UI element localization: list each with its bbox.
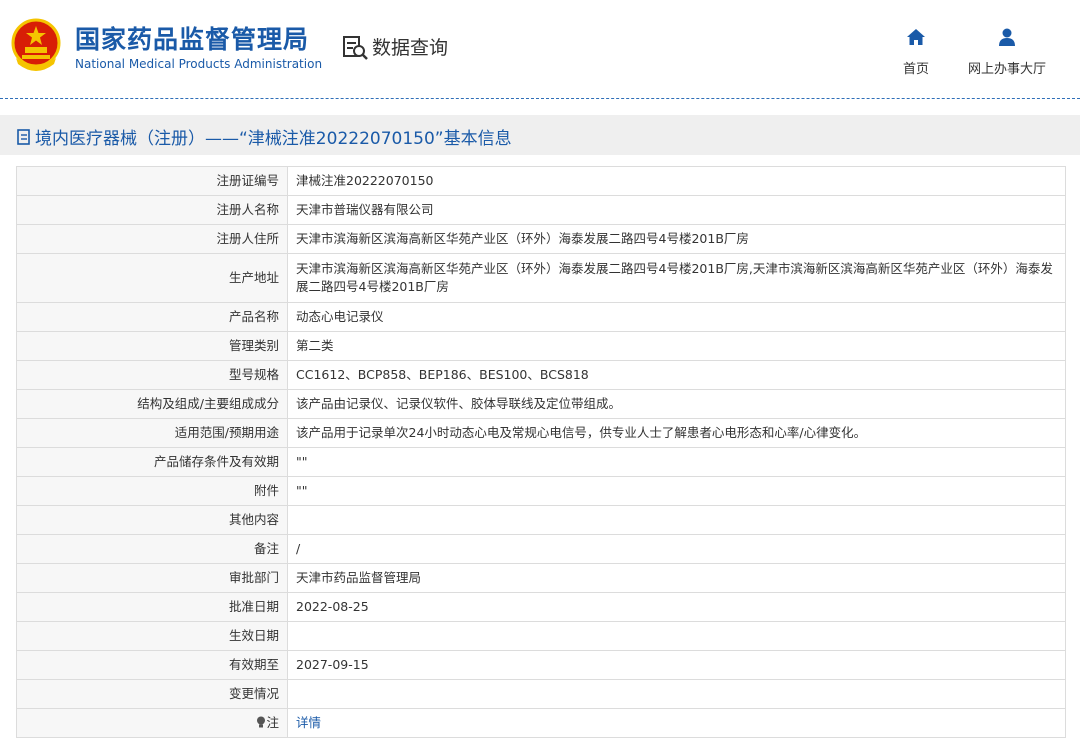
- field-value: 该产品用于记录单次24小时动态心电及常规心电信号，供专业人士了解患者心电形态和心…: [287, 418, 1066, 448]
- national-emblem-icon: [11, 18, 61, 71]
- field-label: 管理类别: [16, 331, 288, 361]
- user-icon: [999, 28, 1015, 46]
- nav-home[interactable]: 首页: [895, 28, 937, 77]
- table-row: 审批部门 天津市药品监督管理局: [16, 563, 1066, 593]
- lightbulb-icon: [257, 716, 266, 728]
- field-label: 注册证编号: [16, 166, 288, 196]
- nav-online-service-hall[interactable]: 网上办事大厅: [962, 28, 1052, 77]
- document-icon: [17, 128, 30, 145]
- details-link[interactable]: 详情: [296, 715, 321, 730]
- field-value: 天津市滨海新区滨海高新区华苑产业区（环外）海泰发展二路四号4号楼201B厂房: [287, 224, 1066, 254]
- table-row: 注册证编号 津械注准20222070150: [16, 166, 1066, 196]
- table-row: 注册人名称 天津市普瑞仪器有限公司: [16, 195, 1066, 225]
- data-query-label: 数据查询: [372, 37, 449, 59]
- table-row: 管理类别 第二类: [16, 331, 1066, 361]
- table-row: 有效期至 2027-09-15: [16, 650, 1066, 680]
- table-row: 批准日期 2022-08-25: [16, 592, 1066, 622]
- table-row: 产品名称 动态心电记录仪: [16, 302, 1066, 332]
- page-title-text: 境内医疗器械（注册）——“津械注准20222070150”基本信息: [35, 129, 512, 149]
- agency-name-en: National Medical Products Administration: [75, 57, 323, 71]
- table-row: 其他内容: [16, 505, 1066, 535]
- field-label: 注册人住所: [16, 224, 288, 254]
- agency-name-cn: 国家药品监督管理局: [75, 25, 310, 54]
- field-label: 有效期至: [16, 650, 288, 680]
- field-value: 详情: [287, 708, 1066, 738]
- table-row: 注 详情: [16, 708, 1066, 738]
- site-header: 国家药品监督管理局 National Medical Products Admi…: [0, 0, 1080, 98]
- table-row: 注册人住所 天津市滨海新区滨海高新区华苑产业区（环外）海泰发展二路四号4号楼201…: [16, 224, 1066, 254]
- field-label: 生产地址: [16, 253, 288, 303]
- table-row: 附件 "": [16, 476, 1066, 506]
- field-label: 生效日期: [16, 621, 288, 651]
- table-row: 结构及组成/主要组成成分 该产品由记录仪、记录仪软件、胶体导联线及定位带组成。: [16, 389, 1066, 419]
- field-value: [287, 621, 1066, 651]
- header-divider: [0, 98, 1080, 99]
- field-label: 注: [16, 708, 288, 738]
- registration-info-table: 注册证编号 津械注准20222070150 注册人名称 天津市普瑞仪器有限公司 注册…: [16, 166, 1066, 738]
- field-value: 第二类: [287, 331, 1066, 361]
- field-value: "": [287, 447, 1066, 477]
- table-row: 生效日期: [16, 621, 1066, 651]
- note-label: 注: [266, 715, 279, 730]
- field-value: 2022-08-25: [287, 592, 1066, 622]
- field-label: 变更情况: [16, 679, 288, 709]
- field-value: [287, 679, 1066, 709]
- field-value: 津械注准20222070150: [287, 166, 1066, 196]
- field-label: 适用范围/预期用途: [16, 418, 288, 448]
- field-label: 备注: [16, 534, 288, 564]
- field-value: 动态心电记录仪: [287, 302, 1066, 332]
- field-label: 产品名称: [16, 302, 288, 332]
- field-value: 天津市普瑞仪器有限公司: [287, 195, 1066, 225]
- field-label: 结构及组成/主要组成成分: [16, 389, 288, 419]
- table-row: 生产地址 天津市滨海新区滨海高新区华苑产业区（环外）海泰发展二路四号4号楼201B…: [16, 253, 1066, 303]
- table-row: 备注 /: [16, 534, 1066, 564]
- table-row: 变更情况: [16, 679, 1066, 709]
- nav-home-label: 首页: [902, 62, 929, 77]
- field-label: 审批部门: [16, 563, 288, 593]
- field-label: 产品储存条件及有效期: [16, 447, 288, 477]
- field-value: 天津市药品监督管理局: [287, 563, 1066, 593]
- home-icon: [907, 29, 925, 45]
- field-label: 附件: [16, 476, 288, 506]
- nav-online-service-hall-label: 网上办事大厅: [967, 62, 1046, 77]
- table-row: 适用范围/预期用途 该产品用于记录单次24小时动态心电及常规心电信号，供专业人士了…: [16, 418, 1066, 448]
- field-value: CC1612、BCP858、BEP186、BES100、BCS818: [287, 360, 1066, 390]
- field-value: 2027-09-15: [287, 650, 1066, 680]
- field-label: 其他内容: [16, 505, 288, 535]
- data-query-link[interactable]: 数据查询: [342, 33, 448, 60]
- field-value: 天津市滨海新区滨海高新区华苑产业区（环外）海泰发展二路四号4号楼201B厂房,天…: [287, 253, 1066, 303]
- field-label: 批准日期: [16, 592, 288, 622]
- field-value: 该产品由记录仪、记录仪软件、胶体导联线及定位带组成。: [287, 389, 1066, 419]
- field-value: /: [287, 534, 1066, 564]
- field-value: "": [287, 476, 1066, 506]
- field-label: 型号规格: [16, 360, 288, 390]
- field-label: 注册人名称: [16, 195, 288, 225]
- table-row: 型号规格 CC1612、BCP858、BEP186、BES100、BCS818: [16, 360, 1066, 390]
- data-query-icon: [343, 35, 368, 60]
- page-title: 境内医疗器械（注册）——“津械注准20222070150”基本信息: [16, 124, 512, 149]
- table-row: 产品储存条件及有效期 "": [16, 447, 1066, 477]
- field-value: [287, 505, 1066, 535]
